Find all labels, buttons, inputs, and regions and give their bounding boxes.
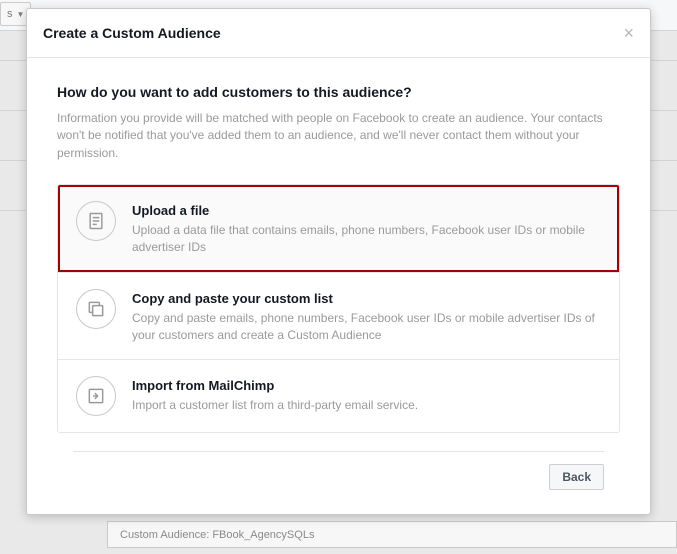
- option-content: Import from MailChimp Import a customer …: [132, 376, 601, 414]
- option-desc: Upload a data file that contains emails,…: [132, 222, 601, 256]
- option-title: Upload a file: [132, 203, 601, 218]
- modal-title: Create a Custom Audience: [43, 25, 221, 41]
- create-audience-modal: Create a Custom Audience × How do you wa…: [26, 8, 651, 515]
- modal-description: Information you provide will be matched …: [57, 110, 620, 162]
- option-content: Copy and paste your custom list Copy and…: [132, 289, 601, 344]
- chevron-down-icon: ▼: [17, 10, 25, 19]
- modal-footer: Back: [73, 451, 604, 504]
- close-icon[interactable]: ×: [623, 24, 634, 42]
- option-content: Upload a file Upload a data file that co…: [132, 201, 601, 256]
- option-upload-file[interactable]: Upload a file Upload a data file that co…: [58, 185, 619, 273]
- background-subheader-label: Custom Audience: FBook_AgencySQLs: [120, 529, 314, 541]
- back-button[interactable]: Back: [549, 464, 604, 490]
- modal-heading: How do you want to add customers to this…: [57, 84, 620, 100]
- option-import-mailchimp[interactable]: Import from MailChimp Import a customer …: [58, 360, 619, 432]
- option-title: Import from MailChimp: [132, 378, 601, 393]
- import-icon: [76, 376, 116, 416]
- option-title: Copy and paste your custom list: [132, 291, 601, 306]
- option-copy-paste[interactable]: Copy and paste your custom list Copy and…: [58, 273, 619, 361]
- bg-dropdown-label: s: [7, 8, 13, 20]
- modal-body: How do you want to add customers to this…: [27, 58, 650, 514]
- file-icon: [76, 201, 116, 241]
- copy-icon: [76, 289, 116, 329]
- option-list: Upload a file Upload a data file that co…: [57, 184, 620, 433]
- option-desc: Import a customer list from a third-part…: [132, 397, 601, 414]
- background-subheader: Custom Audience: FBook_AgencySQLs: [107, 521, 677, 548]
- option-desc: Copy and paste emails, phone numbers, Fa…: [132, 310, 601, 344]
- modal-header: Create a Custom Audience ×: [27, 9, 650, 58]
